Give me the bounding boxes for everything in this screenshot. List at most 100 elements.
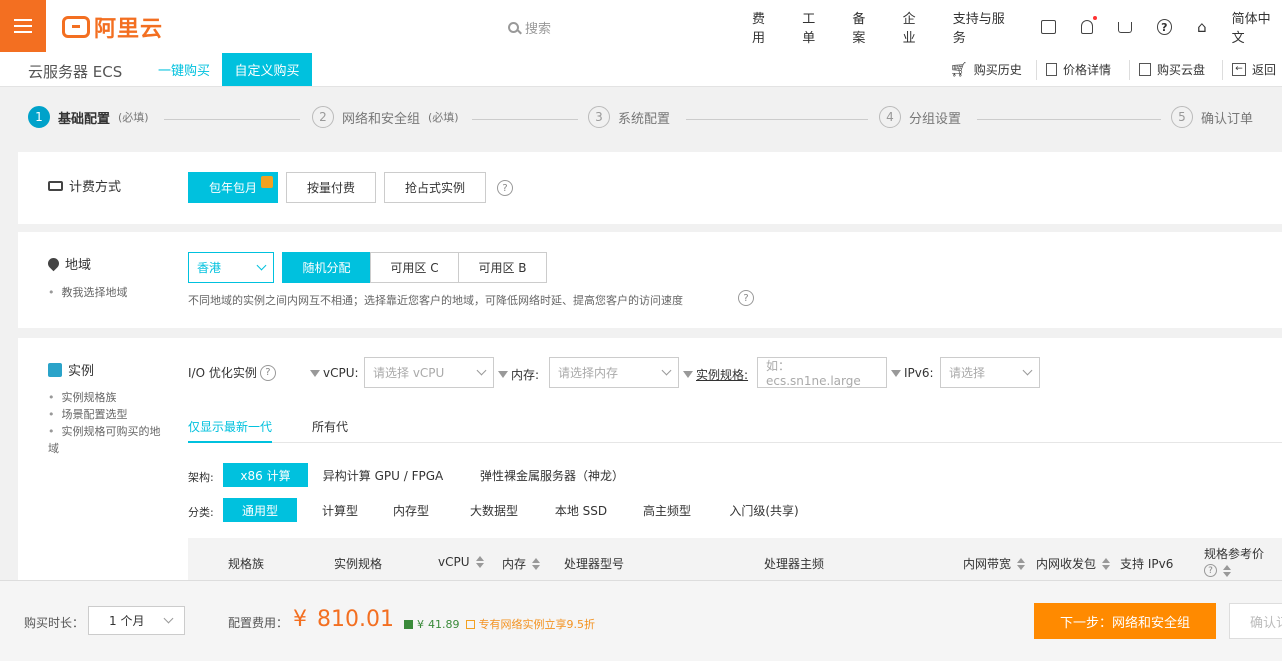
column-memory-label: 内存 — [502, 557, 527, 571]
duration-select[interactable]: 1 个月 — [88, 606, 185, 635]
filter-icon — [498, 371, 508, 378]
divider — [1222, 60, 1223, 80]
category-memory-button[interactable]: 内存型 — [381, 498, 441, 522]
help-icon[interactable]: ? — [1156, 19, 1173, 35]
category-entry-shared-button[interactable]: 入门级(共享) — [718, 498, 810, 522]
location-pin-icon — [45, 255, 62, 272]
region-help-link[interactable]: 教我选择地域 — [48, 284, 128, 301]
terminal-icon[interactable] — [1040, 20, 1057, 34]
arch-x86-button[interactable]: x86 计算 — [223, 463, 308, 487]
tab-custom-buy[interactable]: 自定义购买 — [222, 53, 312, 86]
tab-all-generations[interactable]: 所有代 — [312, 418, 348, 435]
nav-tickets[interactable]: 工单 — [802, 8, 827, 46]
tab-latest-generation[interactable]: 仅显示最新一代 — [188, 418, 273, 443]
scenario-selection-link[interactable]: 场景配置选型 — [48, 406, 128, 423]
column-vcpu[interactable]: vCPU — [438, 555, 484, 569]
column-pps[interactable]: 内网收发包 — [1036, 555, 1111, 572]
step-label: 确认订单 — [1201, 111, 1254, 127]
duration-value: 1 个月 — [109, 614, 145, 628]
billing-icon — [48, 180, 63, 191]
category-bigdata-button[interactable]: 大数据型 — [458, 498, 530, 522]
cart-icon[interactable] — [1117, 21, 1132, 33]
nav-support[interactable]: 支持与服务 — [953, 8, 1016, 46]
vcpu-filter-label: vCPU: — [310, 366, 359, 380]
bell-icon[interactable] — [1081, 16, 1097, 34]
column-price-label: 规格参考价 — [1204, 547, 1265, 561]
promo-text[interactable]: 专有网络实例立享9.5折 — [479, 616, 596, 632]
savings-amount: 41.89 — [428, 617, 460, 631]
category-compute-button[interactable]: 计算型 — [307, 498, 373, 522]
sort-icon[interactable] — [1223, 564, 1231, 577]
step-confirm[interactable]: 5 确认订单 — [1171, 106, 1253, 128]
billing-payg-button[interactable]: 按量付费 — [286, 172, 376, 203]
menu-icon[interactable] — [0, 0, 46, 52]
spec-search-input[interactable]: 如：ecs.sn1ne.large — [757, 357, 887, 388]
memory-select[interactable]: 请选择内存 — [549, 357, 679, 388]
chevron-down-icon — [476, 365, 487, 376]
io-help-icon[interactable]: ? — [259, 364, 276, 381]
savings-info: ¥ 41.89 专有网络实例立享9.5折 — [404, 616, 595, 632]
sort-icon[interactable] — [1017, 557, 1026, 570]
column-price[interactable]: 规格参考价 ? — [1204, 545, 1264, 577]
step-progress: 1 基础配置 (必填) 2 网络和安全组 (必填) 3 系统配置 4 分组设置 … — [0, 90, 1282, 148]
column-ipv6-label: 支持 IPv6 — [1120, 557, 1174, 571]
nav-enterprise[interactable]: 企业 — [903, 8, 928, 46]
price-help-icon[interactable]: ? — [1204, 564, 1217, 577]
step-network[interactable]: 2 网络和安全组 (必填) — [312, 106, 459, 128]
category-high-freq-button[interactable]: 高主频型 — [632, 498, 702, 522]
category-general-button[interactable]: 通用型 — [223, 498, 297, 522]
vcpu-select[interactable]: 请选择 vCPU — [364, 357, 494, 388]
sort-icon[interactable] — [1102, 557, 1111, 570]
tab-divider — [188, 442, 1282, 443]
step-basic-config[interactable]: 1 基础配置 (必填) — [28, 106, 149, 128]
sort-icon[interactable] — [532, 557, 541, 570]
logo-mark-icon — [62, 16, 90, 38]
aliyun-logo[interactable]: 阿里云 — [62, 12, 163, 42]
billing-panel: 计费方式 包年包月 按量付费 抢占式实例 ? — [18, 152, 1282, 224]
category-local-ssd-button[interactable]: 本地 SSD — [546, 498, 616, 522]
column-ipv6: 支持 IPv6 — [1120, 555, 1173, 572]
search-box[interactable]: 搜索 — [508, 18, 551, 37]
back-link[interactable]: ← 返回 — [1232, 53, 1276, 86]
tab-quick-buy[interactable]: 一键购买 — [148, 53, 220, 86]
step-system-config[interactable]: 3 系统配置 — [588, 106, 670, 128]
zone-random-button[interactable]: 随机分配 — [282, 252, 371, 283]
step-required: (必填) — [118, 111, 149, 124]
column-bandwidth[interactable]: 内网带宽 — [963, 555, 1026, 572]
step-number: 2 — [312, 106, 334, 128]
instance-region-link[interactable]: 实例规格可购买的地域 — [48, 423, 168, 457]
home-icon[interactable]: ⌂ — [1197, 18, 1207, 36]
nav-filing[interactable]: 备案 — [852, 8, 877, 46]
next-step-button[interactable]: 下一步：网络和安全组 — [1034, 603, 1216, 639]
vcpu-filter-text: vCPU: — [323, 366, 359, 380]
zone-c-button[interactable]: 可用区 C — [370, 252, 459, 283]
price-currency: ¥ — [293, 607, 307, 632]
confirm-order-button[interactable]: 确认订单 — [1229, 603, 1282, 639]
promo-icon — [465, 619, 475, 629]
billing-subscription-button[interactable]: 包年包月 — [188, 172, 278, 203]
back-label: 返回 — [1252, 63, 1277, 77]
nav-fees[interactable]: 费用 — [752, 8, 777, 46]
billing-help-icon[interactable]: ? — [497, 180, 513, 196]
buy-disk-link[interactable]: 购买云盘 — [1139, 53, 1205, 86]
region-select[interactable]: 香港 — [188, 252, 274, 283]
vcpu-placeholder: 请选择 vCPU — [373, 366, 445, 380]
purchase-history-link[interactable]: 🛒︎ 购买历史 — [950, 53, 1022, 86]
zone-b-button[interactable]: 可用区 B — [458, 252, 547, 283]
language-switch[interactable]: 简体中文 — [1232, 8, 1282, 46]
sort-icon[interactable] — [475, 556, 484, 568]
region-help-icon[interactable]: ? — [738, 290, 754, 306]
instance-family-link[interactable]: 实例规格族 — [48, 389, 117, 406]
billing-spot-button[interactable]: 抢占式实例 — [384, 172, 486, 203]
ipv6-select[interactable]: 请选择 — [940, 357, 1040, 388]
column-memory[interactable]: 内存 — [502, 555, 541, 572]
step-label: 网络和安全组 — [342, 111, 421, 127]
arch-bare-metal-button[interactable]: 弹性裸金属服务器（神龙） — [470, 463, 634, 487]
spec-filter-text[interactable]: 实例规格: — [696, 366, 748, 383]
arch-gpu-fpga-button[interactable]: 异构计算 GPU / FPGA — [318, 463, 448, 487]
server-icon — [48, 362, 62, 377]
ipv6-placeholder: 请选择 — [949, 366, 986, 380]
price-details-link[interactable]: 价格详情 — [1046, 53, 1111, 86]
step-grouping[interactable]: 4 分组设置 — [879, 106, 961, 128]
filter-icon — [683, 371, 693, 378]
